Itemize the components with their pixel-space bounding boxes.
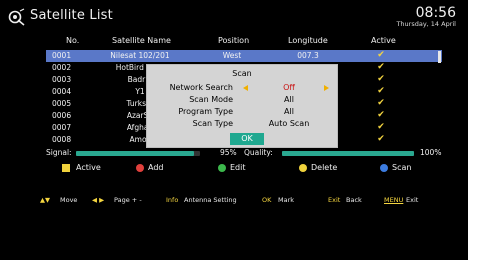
help-menu-key: MENU bbox=[384, 196, 404, 204]
help-info-key: Info bbox=[166, 196, 179, 204]
clock: 08:56 bbox=[415, 5, 456, 21]
column-position: Position bbox=[218, 36, 250, 45]
quality-bar bbox=[282, 151, 414, 156]
up-down-arrows-icon: ▲▼ bbox=[40, 196, 50, 204]
row-number: 0005 bbox=[52, 99, 72, 108]
scan-mode-field[interactable]: Scan Mode All bbox=[147, 95, 337, 106]
arrow-right-icon[interactable] bbox=[324, 85, 329, 91]
legend-delete[interactable]: Delete bbox=[311, 163, 337, 172]
network-search-value: Off bbox=[283, 83, 295, 92]
program-type-value: All bbox=[284, 107, 294, 116]
row-active-check: ✔ bbox=[377, 98, 385, 108]
green-button-icon bbox=[218, 164, 226, 172]
scrollbar[interactable] bbox=[438, 51, 441, 63]
help-move: Move bbox=[60, 196, 78, 204]
help-exit: Back bbox=[346, 196, 362, 204]
signal-bar bbox=[76, 151, 194, 156]
program-type-field[interactable]: Program Type All bbox=[147, 107, 337, 118]
row-active-check: ✔ bbox=[377, 50, 385, 60]
help-info: Antenna Setting bbox=[184, 196, 237, 204]
row-active-check: ✔ bbox=[377, 74, 385, 84]
column-name: Satellite Name bbox=[112, 36, 171, 45]
left-right-arrows-icon: ◀ ▶ bbox=[92, 196, 105, 204]
row-active-check: ✔ bbox=[377, 122, 385, 132]
scan-mode-value: All bbox=[284, 95, 294, 104]
signal-value: 95% bbox=[220, 148, 237, 157]
network-search-field[interactable]: Network Search Off bbox=[147, 83, 337, 94]
column-active: Active bbox=[371, 36, 396, 45]
scan-mode-label: Scan Mode bbox=[189, 95, 233, 104]
arrow-left-icon[interactable] bbox=[243, 85, 248, 91]
help-ok: Mark bbox=[278, 196, 295, 204]
help-menu: Exit bbox=[406, 196, 419, 204]
row-active-check: ✔ bbox=[377, 62, 385, 72]
row-active-check: ✔ bbox=[377, 86, 385, 96]
signal-label: Signal: bbox=[46, 148, 72, 157]
satellite-dish-icon bbox=[8, 8, 25, 26]
scan-type-value: Auto Scan bbox=[268, 119, 310, 128]
yellow-button-icon bbox=[299, 164, 307, 172]
dialog-title: Scan bbox=[232, 69, 252, 78]
legend-edit[interactable]: Edit bbox=[230, 163, 246, 172]
row-satellite-name: Nilesat 102/201 bbox=[110, 51, 170, 60]
ok-button[interactable]: OK bbox=[230, 133, 264, 145]
help-page: Page + - bbox=[114, 196, 142, 204]
scan-type-label: Scan Type bbox=[192, 119, 233, 128]
column-longitude: Longitude bbox=[288, 36, 328, 45]
row-active-check: ✔ bbox=[377, 134, 385, 144]
signal-quality-row: Signal: 95% Quality: 100% bbox=[46, 148, 446, 160]
page-title: Satellite List bbox=[30, 8, 113, 23]
legend-scan[interactable]: Scan bbox=[392, 163, 411, 172]
row-number: 0006 bbox=[52, 111, 72, 120]
quality-value: 100% bbox=[420, 148, 442, 157]
red-button-icon bbox=[136, 164, 144, 172]
row-longitude: 007.3 bbox=[297, 51, 319, 60]
help-exit-key: Exit bbox=[328, 196, 341, 204]
row-number: 0004 bbox=[52, 87, 72, 96]
row-number: 0008 bbox=[52, 135, 72, 144]
yellow-square-icon bbox=[62, 164, 70, 172]
scan-type-field[interactable]: Scan Type Auto Scan bbox=[147, 119, 337, 130]
quality-label: Quality: bbox=[244, 148, 273, 157]
row-number: 0001 bbox=[52, 51, 72, 60]
satellite-row[interactable]: 0001 Nilesat 102/201 West 007.3 ✔ bbox=[46, 50, 442, 62]
legend-active[interactable]: Active bbox=[76, 163, 101, 172]
color-key-legend: Active Add Edit Delete Scan bbox=[0, 162, 468, 176]
row-number: 0007 bbox=[52, 123, 72, 132]
header: Satellite List 08:56 Thursday, 14 April bbox=[8, 5, 460, 31]
legend-add[interactable]: Add bbox=[148, 163, 164, 172]
row-active-check: ✔ bbox=[377, 110, 385, 120]
network-search-label: Network Search bbox=[169, 83, 233, 92]
program-type-label: Program Type bbox=[178, 107, 233, 116]
row-number: 0003 bbox=[52, 75, 72, 84]
date: Thursday, 14 April bbox=[396, 20, 456, 28]
column-no: No. bbox=[66, 36, 80, 45]
help-ok-key: OK bbox=[262, 196, 272, 204]
key-help-bar: ▲▼ Move ◀ ▶ Page + - Info Antenna Settin… bbox=[0, 194, 468, 208]
blue-button-icon bbox=[380, 164, 388, 172]
row-number: 0002 bbox=[52, 63, 72, 72]
row-position: West bbox=[222, 51, 242, 60]
scan-dialog: Scan Network Search Off Scan Mode All Pr… bbox=[146, 64, 338, 148]
receiver-screen: Satellite List 08:56 Thursday, 14 April … bbox=[0, 0, 468, 260]
